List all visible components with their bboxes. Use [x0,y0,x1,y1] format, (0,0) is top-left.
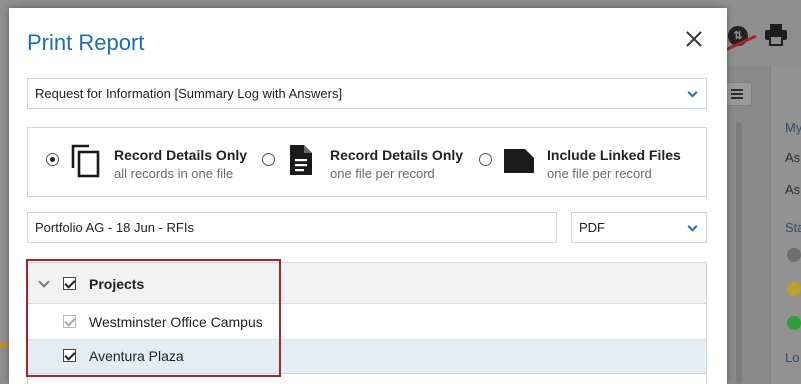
bg-label-lo: Lo [785,350,800,365]
print-report-dialog: Print Report Request for Information [Su… [9,8,727,384]
bg-label-my: My [785,120,801,135]
chevron-down-icon [687,221,698,232]
file-icon [504,149,534,173]
document-icon [290,145,312,175]
aventura-label: Aventura Plaza [89,348,184,364]
bg-label-as-2: As [785,182,801,197]
option-3-subtitle: one file per record [547,166,652,181]
aventura-checkbox[interactable] [63,349,76,362]
option-1-title: Record Details Only [114,147,248,163]
filename-input[interactable]: Portfolio AG - 18 Jun - RFIs [27,212,557,243]
tree-header-projects[interactable]: Projects [28,263,706,304]
background-side-panel: My As As Sta Lo [770,66,801,384]
tree-row[interactable]: Westminster Office Campus [28,304,706,340]
option-2-title: Record Details Only [330,147,464,163]
option-one-file-per-record[interactable]: Record Details Only one file per record [262,144,472,182]
bg-label-sta: Sta [785,220,801,235]
background-progress-bar [0,342,8,348]
chevron-down-icon [687,87,698,98]
background-scrollbar[interactable] [736,122,742,384]
option-3-title: Include Linked Files [547,147,681,163]
report-type-value: Request for Information [Summary Log wit… [35,86,343,101]
close-icon[interactable] [683,28,705,50]
radio-one-file-per-record[interactable] [262,153,275,166]
status-dot-yellow [787,282,801,296]
projects-tree: Projects Westminster Office Campus Avent… [27,262,707,384]
dialog-title: Print Report [27,30,145,55]
radio-all-records-one-file[interactable] [46,153,59,166]
westminster-checkbox [63,315,76,328]
format-select[interactable]: PDF [571,212,707,243]
report-type-select[interactable]: Request for Information [Summary Log wit… [27,78,707,109]
status-dot-grey [787,248,801,262]
copy-icon [71,144,100,178]
option-1-subtitle: all records in one file [114,166,234,181]
radio-include-linked-files[interactable] [479,153,492,166]
format-value: PDF [579,220,605,235]
tree-row[interactable]: Aventura Plaza [28,340,706,374]
status-dot-green [787,316,801,330]
projects-label: Projects [89,276,145,292]
filename-value: Portfolio AG - 18 Jun - RFIs [35,220,194,235]
option-include-linked-files[interactable]: Include Linked Files one file per record [479,144,699,182]
print-options-group: Record Details Only all records in one f… [27,127,707,197]
bg-label-as-1: As [785,150,801,165]
projects-checkbox[interactable] [63,277,76,290]
option-2-subtitle: one file per record [330,166,435,181]
westminster-label: Westminster Office Campus [89,314,263,330]
option-all-records-one-file[interactable]: Record Details Only all records in one f… [46,144,256,182]
print-icon[interactable] [764,24,788,46]
chevron-down-icon[interactable] [38,276,50,288]
